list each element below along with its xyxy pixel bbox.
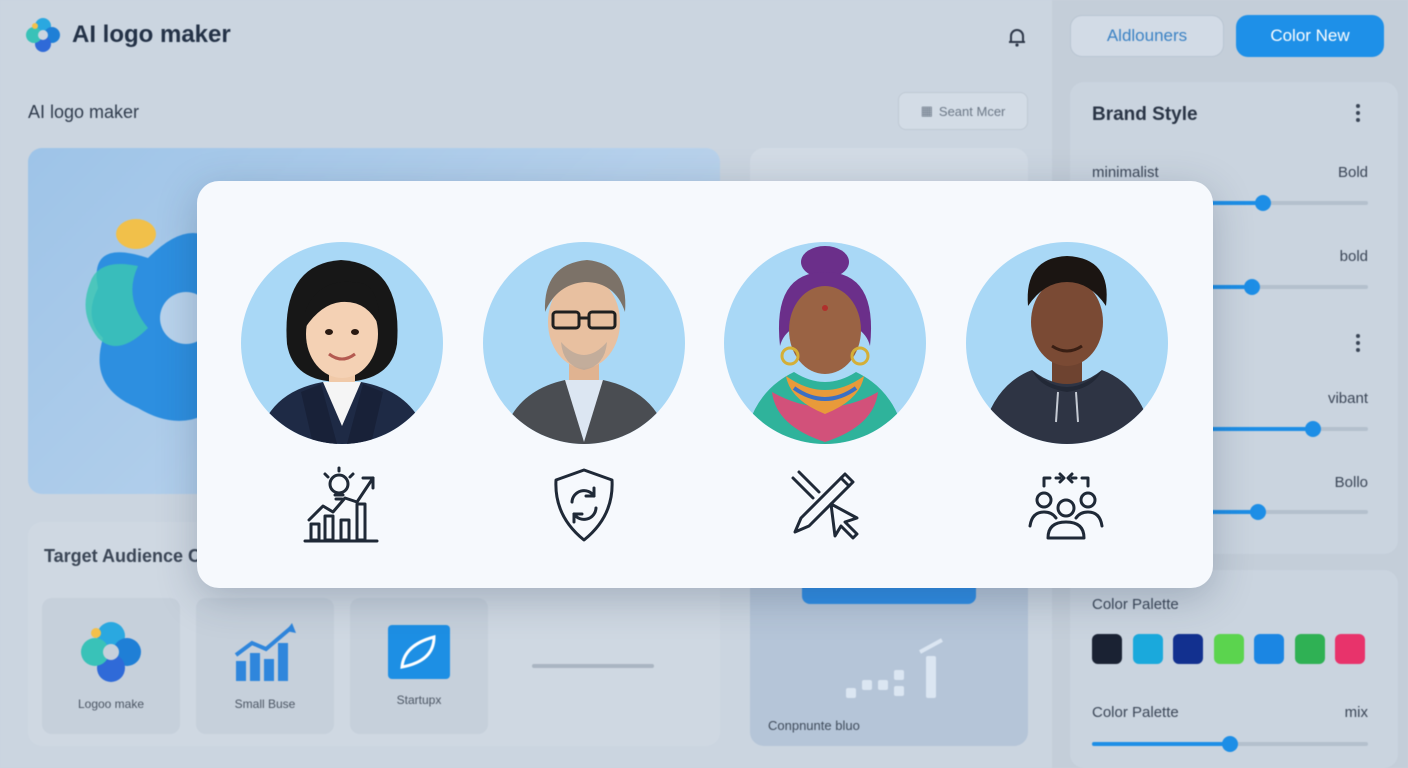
personas-modal	[197, 181, 1213, 588]
audience-tile-logo[interactable]: Logoo make	[42, 598, 180, 734]
mix-slider[interactable]	[1092, 736, 1368, 752]
flower-logo-icon	[81, 622, 141, 682]
woman-scarf-portrait-image	[744, 246, 906, 444]
idea-growth-icon	[301, 464, 381, 544]
slider-right-label: bold	[1339, 248, 1368, 265]
color-swatch[interactable]	[1213, 634, 1244, 664]
palette-mix-label: mix	[1344, 704, 1368, 721]
woman-scarf-portrait[interactable]	[724, 242, 926, 444]
header-chip-button[interactable]: ▦ Seant Mcer	[898, 92, 1028, 130]
more-options-icon[interactable]	[1356, 334, 1360, 355]
divider	[532, 664, 654, 668]
community-card-label: Conpnunte bluo	[768, 718, 860, 733]
color-swatch[interactable]	[1173, 634, 1203, 664]
grid-icon: ▦	[920, 103, 933, 118]
slider-right-label: Bollo	[1334, 474, 1368, 491]
color-swatch[interactable]	[1254, 634, 1284, 664]
color-swatch[interactable]	[1132, 634, 1163, 664]
audience-tile-small-business[interactable]: Small Buse	[196, 598, 334, 734]
header-chip-label: Seant Mcer	[938, 103, 1006, 119]
bell-icon[interactable]	[1006, 26, 1028, 48]
slider-right-label: Bold	[1337, 164, 1368, 181]
palette-title: Color Palette	[1092, 704, 1179, 721]
startup-leaf-icon	[388, 625, 450, 679]
slider-right-label: vibant	[1327, 390, 1368, 407]
app-title: AI logo maker	[72, 21, 231, 48]
color-palette-card: Color Palette Color Palette mix	[1070, 570, 1398, 768]
audience-tile-startup[interactable]: Startupx	[350, 598, 488, 734]
audience-title: Target Audience C	[44, 546, 202, 566]
woman-business-portrait-image	[257, 260, 429, 444]
man-glasses-portrait[interactable]	[483, 242, 685, 444]
tile-label: Small Buse	[234, 697, 296, 711]
outline-button[interactable]: Aldlouners	[1070, 15, 1224, 57]
young-man-hoodie-portrait-image	[980, 256, 1154, 444]
brand-style-title: Brand Style	[1092, 104, 1198, 125]
slider-left-label: minimalist	[1092, 164, 1159, 181]
tile-label: Logoo make	[77, 697, 145, 711]
tile-label: Startupx	[396, 693, 442, 707]
shield-sync-icon	[544, 464, 624, 544]
color-swatch[interactable]	[1092, 634, 1122, 664]
woman-business-portrait[interactable]	[241, 242, 443, 444]
palette-title: Color Palette	[1092, 596, 1179, 613]
team-network-icon	[1026, 464, 1106, 544]
brand[interactable]: AI logo maker	[26, 18, 231, 52]
more-options-icon[interactable]	[1356, 104, 1360, 125]
color-swatch[interactable]	[1294, 634, 1325, 664]
color-new-button[interactable]: Color New	[1236, 15, 1384, 57]
pencil-cursor-icon	[785, 464, 865, 544]
dots-growth-icon	[846, 638, 943, 698]
color-swatch[interactable]	[1335, 634, 1365, 664]
flower-logo-icon	[26, 18, 60, 52]
page-title: AI logo maker	[28, 102, 140, 122]
man-glasses-portrait-image	[501, 260, 669, 444]
growth-chart-icon	[234, 623, 296, 681]
young-man-hoodie-portrait[interactable]	[966, 242, 1168, 444]
